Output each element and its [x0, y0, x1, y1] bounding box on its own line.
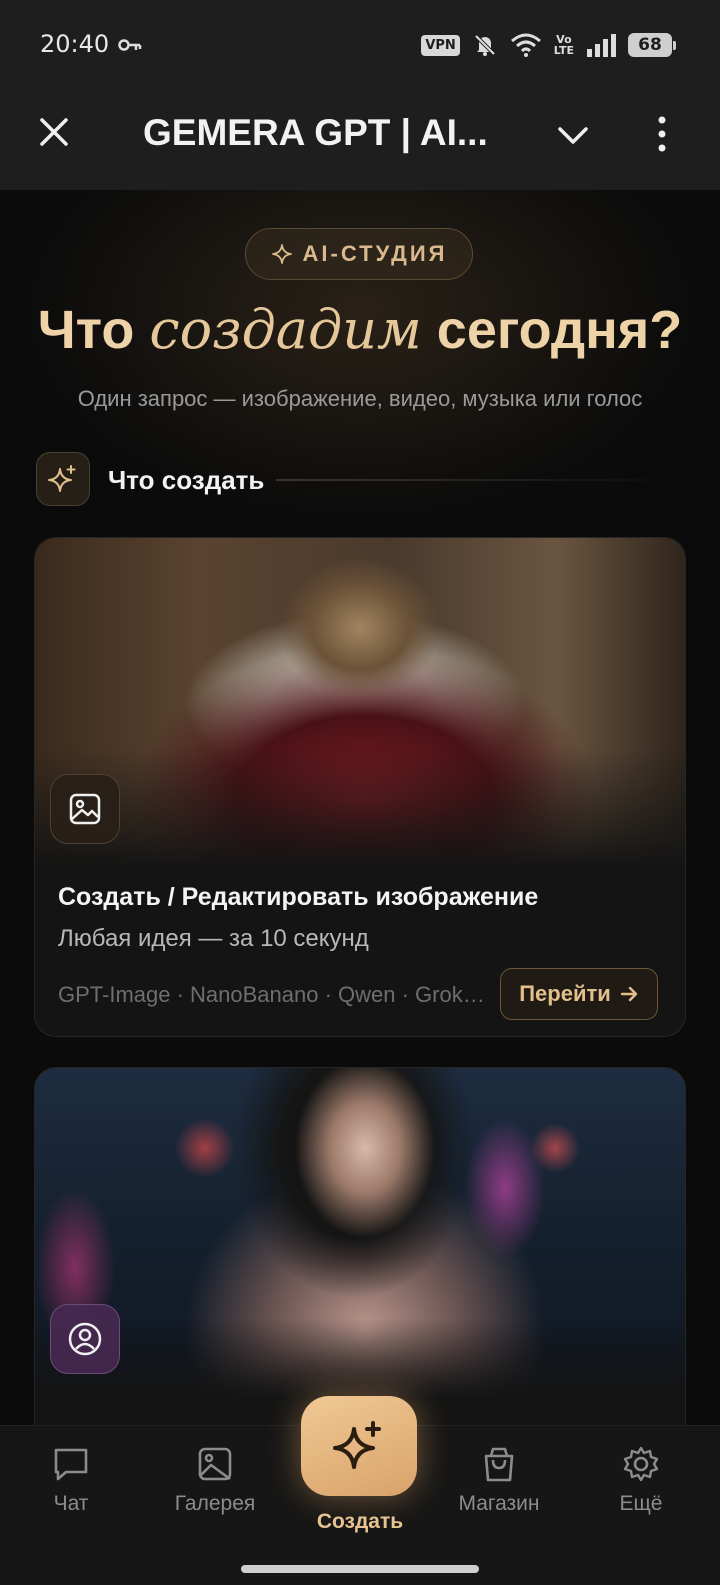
nav-gallery-label: Галерея [174, 1492, 256, 1515]
battery-indicator: 68 [628, 33, 676, 57]
main-content[interactable]: AI-СТУДИЯ Что создадим сегодня? Один зап… [0, 190, 720, 1425]
card-subtitle: Любая идея — за 10 секунд [58, 925, 369, 952]
headline-accent: создадим [149, 298, 422, 361]
key-icon [118, 39, 142, 51]
sparkles-icon [48, 465, 76, 492]
sparkles-icon [333, 1421, 381, 1469]
card-cover-image [35, 1068, 685, 1398]
shopping-bag-icon [484, 1447, 514, 1482]
hero-headline: Что создадим сегодня? [0, 298, 720, 361]
home-indicator[interactable] [241, 1565, 479, 1573]
nav-create-button[interactable] [301, 1396, 417, 1496]
nav-shop-label: Магазин [458, 1492, 540, 1515]
avatar-tool-card[interactable] [34, 1067, 686, 1425]
image-icon [69, 793, 101, 825]
card-badge [50, 1304, 120, 1374]
chat-icon [54, 1448, 88, 1481]
status-bar: 20:40 VPN Vo LTE 68 [0, 0, 720, 90]
user-circle-icon [68, 1322, 102, 1356]
mute-bell-icon [474, 34, 496, 56]
section-title: Что создать [108, 465, 265, 495]
arrow-right-icon [620, 986, 637, 1002]
card-models: GPT-Image · NanoBanano · Qwen · Grok ... [58, 982, 486, 1007]
card-cover-image [35, 538, 685, 868]
volte-bottom: LTE [553, 44, 574, 57]
nav-create-label: Создать [316, 1510, 404, 1533]
vpn-badge: VPN [421, 34, 460, 56]
close-icon[interactable] [36, 114, 72, 150]
nav-more[interactable]: Ещё [586, 1444, 696, 1534]
studio-pill: AI-СТУДИЯ [245, 228, 473, 280]
nav-shop[interactable]: Магазин [444, 1444, 554, 1534]
section-divider [276, 479, 684, 481]
headline-after: сегодня? [421, 300, 683, 360]
status-icons: VPN Vo LTE 68 [421, 32, 676, 58]
bottom-nav: Чат Галерея Создать Магазин Ещё [0, 1396, 720, 1553]
signal-icon [587, 34, 616, 57]
status-time: 20:40 [40, 30, 110, 58]
chevron-down-icon[interactable] [556, 118, 590, 152]
studio-pill-label: AI-СТУДИЯ [302, 241, 448, 266]
hero-subtitle: Один запрос — изображение, видео, музыка… [77, 386, 643, 411]
gear-icon [623, 1446, 659, 1482]
go-button-label: Перейти [519, 981, 611, 1006]
system-nav-area [0, 1553, 720, 1585]
gallery-icon [198, 1447, 232, 1481]
headline-before: Что [37, 300, 150, 360]
section-header: Что создать [36, 452, 684, 508]
image-tool-card[interactable]: Создать / Редактировать изображение Люба… [34, 537, 686, 1037]
wifi-icon [510, 33, 541, 57]
section-sparkle-badge [36, 452, 90, 506]
card-title: Создать / Редактировать изображение [58, 883, 539, 911]
nav-chat-label: Чат [53, 1492, 89, 1515]
more-vertical-icon[interactable] [652, 114, 672, 154]
page-title: GEMERA GPT | AI... [143, 112, 488, 153]
card-badge [50, 774, 120, 844]
app-header: GEMERA GPT | AI... [0, 90, 720, 190]
nav-chat[interactable]: Чат [16, 1444, 126, 1534]
nav-gallery[interactable]: Галерея [160, 1444, 270, 1534]
volte-indicator: Vo LTE [554, 34, 574, 56]
sparkle-icon [271, 244, 292, 264]
nav-more-label: Ещё [619, 1492, 663, 1515]
go-button[interactable]: Перейти [500, 968, 658, 1020]
